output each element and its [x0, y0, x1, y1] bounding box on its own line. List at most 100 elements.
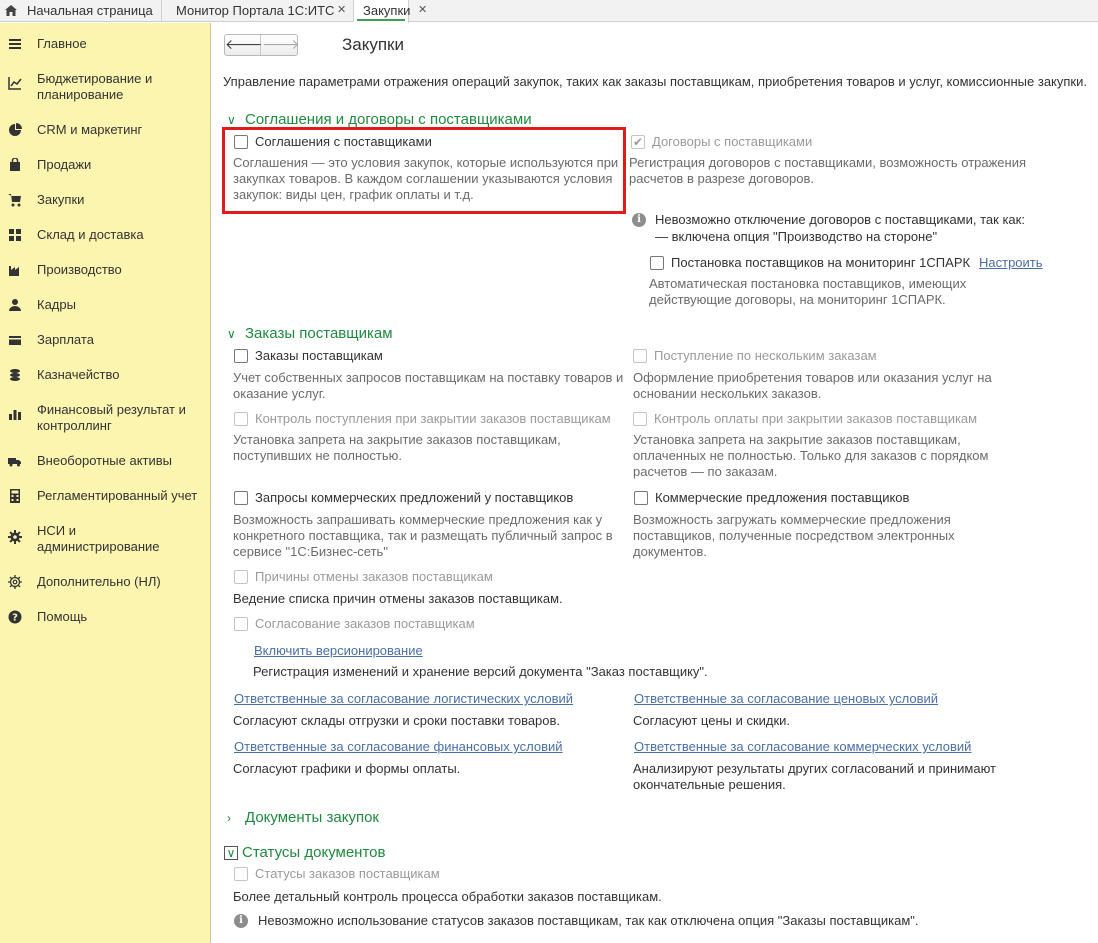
sidebar-item-label: Зарплата: [37, 332, 94, 347]
sidebar-item-label: Продажи: [37, 157, 92, 172]
resp-price-desc: Согласуют цены и скидки.: [633, 713, 791, 728]
multi-orders-desc-line: Оформление приобретения товаров или оказ…: [633, 370, 992, 385]
payment-control-desc-line: расчетов — по заказам.: [633, 464, 778, 479]
grid-icon: [9, 229, 21, 241]
option-label: Запросы коммерческих предложений у поста…: [255, 490, 574, 505]
payment-control-checkbox[interactable]: [633, 412, 647, 426]
factory-icon: [9, 266, 19, 276]
configure-link[interactable]: Настроить: [979, 255, 1043, 271]
close-icon[interactable]: ✕: [418, 0, 427, 21]
orders-checkbox[interactable]: [234, 349, 248, 363]
close-icon[interactable]: ✕: [337, 0, 346, 21]
forward-button[interactable]: 🡒: [262, 35, 300, 55]
sidebar-item-label: Внеоборотные активы: [37, 453, 173, 468]
option-label: Причины отмены заказов поставщикам: [255, 569, 493, 584]
contracts-checkbox[interactable]: [631, 134, 645, 150]
tab-bar: Начальная страница Монитор Портала 1С:ИТ…: [0, 0, 1098, 23]
orders-desc-line: оказание услуг.: [233, 386, 326, 401]
option-label: Постановка поставщиков на мониторинг 1СП…: [671, 255, 971, 270]
resp-fin-link[interactable]: Ответственные за согласование финансовых…: [234, 739, 563, 755]
section-statuses[interactable]: ∨ Статусы документов: [224, 844, 385, 861]
contracts-desc-line: расчетов в разрезе договоров.: [629, 171, 815, 186]
chevron-down-icon: ∨: [227, 327, 236, 341]
payment-control-desc-line: Установка запрета на закрытие заказов по…: [633, 432, 961, 447]
sidebar-item-label: НСИ и администрирование: [37, 523, 160, 554]
chart-icon: [8, 77, 22, 90]
bag-icon: [10, 158, 20, 171]
statuses-checkbox[interactable]: [234, 867, 248, 881]
highlight-frame: [222, 127, 626, 214]
option-label: Статусы заказов поставщикам: [255, 866, 440, 881]
section-title: Документы закупок: [245, 809, 379, 826]
rfq-desc-line: сервисе "1С:Бизнес-сеть": [233, 544, 388, 559]
page-title: Закупки: [342, 35, 404, 54]
option-label: Коммерческие предложения поставщиков: [655, 490, 910, 505]
tab-purchases[interactable]: Закупки ✕: [354, 0, 427, 23]
sidebar-item-label: Финансовый результат и контроллинг: [37, 402, 186, 433]
tab-home[interactable]: Начальная страница: [0, 0, 162, 22]
resp-price-link[interactable]: Ответственные за согласование ценовых ус…: [634, 691, 938, 707]
rfq-checkbox[interactable]: [234, 491, 248, 505]
cart-icon: [8, 194, 21, 207]
receipt-control-checkbox[interactable]: [234, 412, 248, 426]
info-text-line: Невозможно отключение договоров с постав…: [655, 212, 1025, 227]
section-agreements[interactable]: ∨ Соглашения и договоры с поставщиками: [227, 111, 532, 128]
receipt-control-desc-line: поступивших не полностью.: [233, 448, 402, 463]
offers-desc-line: документов.: [633, 544, 707, 559]
resp-logistic-link[interactable]: Ответственные за согласование логистичес…: [234, 691, 573, 707]
back-button[interactable]: 🡐: [225, 35, 263, 55]
sidebar-item-label: Закупки: [37, 192, 85, 207]
section-orders[interactable]: ∨ Заказы поставщикам: [227, 325, 393, 342]
section-title: Статусы документов: [242, 844, 386, 861]
enable-versioning-link[interactable]: Включить версионирование: [254, 643, 423, 659]
statuses-desc: Более детальный контроль процесса обрабо…: [233, 889, 662, 904]
tab-home-label: Начальная страница: [27, 3, 153, 18]
wallet-icon: [9, 336, 21, 345]
section-documents[interactable]: › Документы закупок: [227, 809, 379, 826]
chevron-down-icon: ∨: [227, 113, 236, 127]
offers-checkbox[interactable]: [634, 491, 648, 505]
pie-icon: [9, 123, 22, 136]
resp-fin-desc: Согласуют графики и формы оплаты.: [233, 761, 461, 776]
monitoring-desc-line: действующие договоры, на мониторинг 1СПА…: [649, 292, 946, 307]
resp-comm-desc-line: Анализируют результаты других согласован…: [633, 761, 997, 776]
tab-monitor[interactable]: Монитор Портала 1С:ИТС ✕: [163, 0, 354, 22]
receipt-control-desc-line: Установка запрета на закрытие заказов по…: [233, 432, 561, 447]
option-label: Контроль поступления при закрытии заказо…: [255, 411, 611, 426]
info-icon: i: [234, 914, 248, 928]
rfq-desc-line: Возможность запрашивать коммерческие пре…: [233, 512, 603, 527]
resp-comm-link[interactable]: Ответственные за согласование коммерческ…: [634, 739, 971, 755]
option-label: Договоры с поставщиками: [652, 134, 813, 149]
sidebar-item-label: Производство: [37, 262, 122, 277]
offers-desc-line: поставщиков, полученные посредством элек…: [633, 528, 955, 543]
multi-orders-checkbox[interactable]: [633, 349, 647, 363]
sidebar-item-label: Казначейство: [37, 367, 120, 382]
option-label: Согласование заказов поставщикам: [255, 616, 475, 631]
cancel-reasons-checkbox[interactable]: [234, 570, 248, 584]
menu-icon: [9, 39, 21, 49]
resp-logistic-desc: Согласуют склады отгрузки и сроки постав…: [233, 713, 561, 728]
info-icon: i: [632, 213, 646, 227]
person-icon: [9, 299, 21, 311]
gear-outline-icon: [8, 575, 22, 589]
rfq-desc-line: конкретного поставщика, так и размещать …: [233, 528, 613, 543]
sidebar-item-label: Кадры: [37, 297, 76, 312]
statuses-info-text: Невозможно использование статусов заказо…: [258, 913, 919, 928]
sidebar-item-label: Помощь: [37, 609, 88, 624]
chevron-down-icon: ∨: [224, 846, 238, 860]
tab-monitor-label: Монитор Портала 1С:ИТС: [176, 3, 335, 18]
monitoring-checkbox[interactable]: [650, 256, 664, 270]
coins-icon: [10, 369, 20, 381]
contracts-desc-line: Регистрация договоров с поставщиками, во…: [629, 155, 1027, 170]
sidebar-item-label: CRM и маркетинг: [37, 122, 143, 137]
approval-checkbox[interactable]: [234, 617, 248, 631]
svg-text:?: ?: [12, 613, 18, 624]
option-label: Контроль оплаты при закрытии заказов пос…: [654, 411, 978, 426]
page-description: Управление параметрами отражения операци…: [223, 74, 1087, 89]
bars-icon: [9, 410, 21, 420]
sidebar-item-label: Регламентированный учет: [37, 488, 198, 503]
sidebar-item-label: Главное: [37, 36, 87, 51]
sidebar-item-label: Бюджетирование и планирование: [37, 71, 153, 102]
cancel-reasons-desc: Ведение списка причин отмены заказов пос…: [233, 591, 563, 606]
versioning-desc: Регистрация изменений и хранение версий …: [253, 664, 708, 679]
